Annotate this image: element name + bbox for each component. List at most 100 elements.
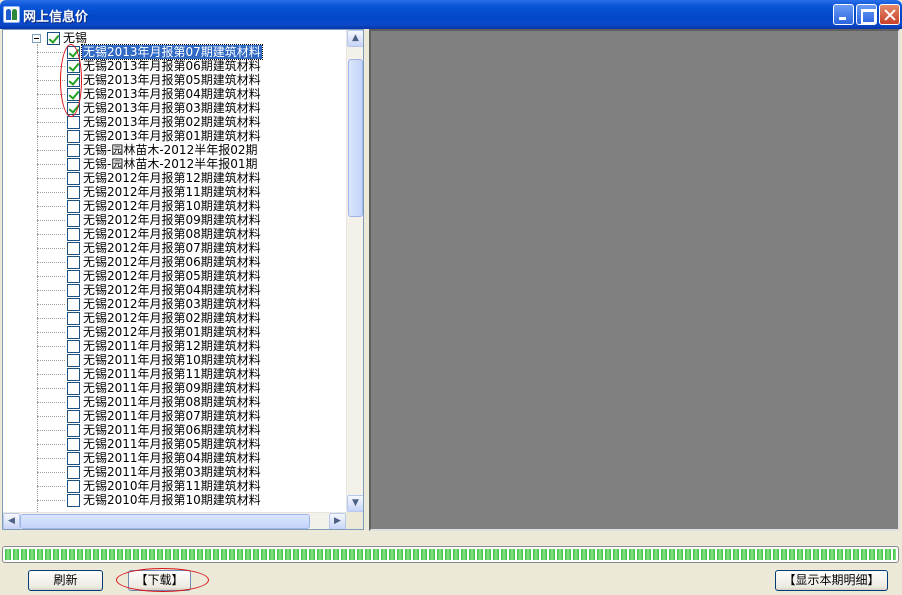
tree-item-checkbox[interactable]: [67, 326, 80, 339]
tree-connector: [37, 430, 65, 431]
tree-connector: [37, 416, 65, 417]
tree-connector: [37, 178, 65, 179]
tree-connector: [37, 206, 65, 207]
tree-item-checkbox[interactable]: [67, 144, 80, 157]
tree-item-checkbox[interactable]: [67, 354, 80, 367]
tree-connector: [37, 388, 65, 389]
tree-item-checkbox[interactable]: [67, 438, 80, 451]
app-logo-icon: [3, 6, 20, 23]
minimize-button[interactable]: [833, 4, 854, 25]
tree-item-checkbox[interactable]: [67, 228, 80, 241]
tree-item-label: 无锡2011年月报第03期建筑材料: [83, 465, 261, 479]
tree-item-checkbox[interactable]: [67, 410, 80, 423]
horizontal-scroll-thumb[interactable]: [20, 514, 310, 529]
tree-item-checkbox[interactable]: [67, 340, 80, 353]
tree-item-checkbox[interactable]: [67, 88, 80, 101]
tree-item-checkbox[interactable]: [67, 116, 80, 129]
tree-item-checkbox[interactable]: [67, 186, 80, 199]
tree-connector: [37, 80, 65, 81]
tree-connector: [37, 192, 65, 193]
tree-item-checkbox[interactable]: [67, 298, 80, 311]
tree-connector: [37, 402, 65, 403]
tree-connector: [37, 66, 65, 67]
tree-item-checkbox[interactable]: [67, 466, 80, 479]
tree-item-checkbox[interactable]: [67, 382, 80, 395]
tree-connector: [37, 332, 65, 333]
tree-item-label: 无锡2012年月报第02期建筑材料: [83, 311, 261, 325]
tree-item-label: 无锡2012年月报第07期建筑材料: [83, 241, 261, 255]
root-label: 无锡: [63, 31, 88, 45]
tree-item-label: 无锡2013年月报第05期建筑材料: [83, 73, 261, 87]
tree-item-checkbox[interactable]: [67, 368, 80, 381]
tree-item-label: 无锡2012年月报第04期建筑材料: [83, 283, 261, 297]
tree-connector: [37, 234, 65, 235]
tree-item-checkbox[interactable]: [67, 200, 80, 213]
tree-item-label: 无锡2013年月报第06期建筑材料: [83, 59, 261, 73]
tree-panel: 无锡 无锡2013年月报第07期建筑材料 无锡2013年月报第06期建筑材料 无锡2…: [2, 29, 364, 530]
tree-item-checkbox[interactable]: [67, 158, 80, 171]
arrow-right-icon[interactable]: ▶: [329, 513, 346, 529]
tree-connector: [37, 472, 65, 473]
tree-connector: [37, 44, 38, 512]
tree-connector: [37, 318, 65, 319]
collapse-toggle-icon[interactable]: [32, 34, 41, 43]
tree-item-checkbox[interactable]: [67, 494, 80, 507]
tree-item-checkbox[interactable]: [67, 46, 80, 59]
tree-item-checkbox[interactable]: [67, 396, 80, 409]
tree-connector: [37, 52, 65, 53]
tree-item-checkbox[interactable]: [67, 270, 80, 283]
tree-item-label: 无锡2011年月报第06期建筑材料: [83, 423, 261, 437]
window-title: 网上信息价: [23, 10, 89, 25]
tree-connector: [37, 94, 65, 95]
tree-item-label: 无锡2013年月报第07期建筑材料: [81, 44, 263, 60]
tree-connector: [37, 444, 65, 445]
tree-item-checkbox[interactable]: [67, 312, 80, 325]
horizontal-scrollbar[interactable]: ◀ ▶: [3, 512, 346, 529]
tree-item-label: 无锡2011年月报第09期建筑材料: [83, 381, 261, 395]
refresh-button[interactable]: 刷新: [28, 570, 103, 591]
arrow-left-icon[interactable]: ◀: [3, 513, 20, 529]
tree-item-label: 无锡2012年月报第10期建筑材料: [83, 199, 261, 213]
maximize-button[interactable]: [856, 4, 877, 25]
tree-item-checkbox[interactable]: [67, 256, 80, 269]
tree-connector: [37, 500, 65, 501]
tree-item-label: 无锡2012年月报第05期建筑材料: [83, 269, 261, 283]
tree-item-label: 无锡2011年月报第08期建筑材料: [83, 395, 261, 409]
tree-item-checkbox[interactable]: [67, 480, 80, 493]
preview-pane: [369, 29, 900, 531]
tree-connector: [37, 108, 65, 109]
tree-item-checkbox[interactable]: [67, 60, 80, 73]
tree-connector: [37, 262, 65, 263]
arrow-down-icon[interactable]: ▼: [347, 495, 363, 512]
tree-item-label: 无锡2011年月报第12期建筑材料: [83, 339, 261, 353]
arrow-up-icon[interactable]: ▲: [347, 30, 363, 47]
tree-item-label: 无锡2011年月报第11期建筑材料: [83, 367, 261, 381]
tree-item-label: 无锡2010年月报第10期建筑材料: [83, 493, 261, 507]
close-button[interactable]: [879, 4, 900, 25]
tree-item-label: 无锡2013年月报第01期建筑材料: [83, 129, 261, 143]
tree-item-checkbox[interactable]: [67, 130, 80, 143]
tree-item-checkbox[interactable]: [67, 214, 80, 227]
tree-item-checkbox[interactable]: [67, 424, 80, 437]
tree-item-checkbox[interactable]: [67, 284, 80, 297]
vertical-scrollbar[interactable]: ▲ ▼: [346, 30, 363, 512]
tree-item-checkbox[interactable]: [67, 102, 80, 115]
tree-connector: [37, 458, 65, 459]
tree-item-label: 无锡2013年月报第04期建筑材料: [83, 87, 261, 101]
download-button[interactable]: 【下载】: [128, 570, 191, 591]
scroll-corner: [346, 512, 363, 529]
tree-connector: [37, 248, 65, 249]
tree-item-label: 无锡2012年月报第09期建筑材料: [83, 213, 261, 227]
tree-item-checkbox[interactable]: [67, 452, 80, 465]
show-details-button[interactable]: 【显示本期明细】: [775, 570, 888, 591]
vertical-scroll-thumb[interactable]: [348, 59, 363, 217]
tree-connector: [37, 150, 65, 151]
root-checkbox[interactable]: [47, 32, 60, 45]
tree-item-checkbox[interactable]: [67, 172, 80, 185]
tree-connector: [37, 486, 65, 487]
tree-item-checkbox[interactable]: [67, 74, 80, 87]
tree-item-checkbox[interactable]: [67, 242, 80, 255]
tree-item-label: 无锡2012年月报第03期建筑材料: [83, 297, 261, 311]
tree-connector: [37, 164, 65, 165]
tree-item-label: 无锡-园林苗木-2012半年报02期: [83, 143, 258, 157]
